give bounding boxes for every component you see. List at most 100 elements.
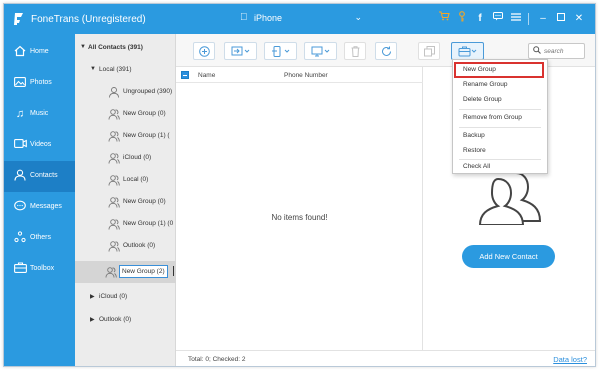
cart-icon[interactable] [436, 11, 452, 27]
contacts-icon [13, 169, 27, 183]
tree-label: Ungrouped (390) [123, 88, 173, 95]
menu-item-label: Rename Group [463, 81, 508, 88]
close-icon[interactable]: ✕ [571, 11, 587, 27]
nav-item-messages[interactable]: Messages [4, 192, 75, 223]
menu-item-label: New Group [463, 66, 496, 73]
empty-state-message: No items found! [271, 213, 328, 222]
list-header: Name Phone Number [176, 67, 423, 83]
chat-icon[interactable] [490, 11, 506, 27]
import-button[interactable] [224, 42, 257, 60]
key-icon[interactable] [454, 11, 470, 27]
minimize-icon[interactable]: – [535, 11, 551, 27]
tree-label: New Group (0) [123, 198, 166, 205]
tree-all-contacts[interactable]: ▼ All Contacts (391) [75, 37, 176, 59]
refresh-button[interactable] [375, 42, 397, 60]
caret-right-icon[interactable]: ▶ [90, 293, 95, 300]
computer-export-icon [311, 46, 329, 57]
tree-group-item[interactable]: New Group (0) [75, 191, 176, 213]
menu-item-rename-group[interactable]: Rename Group [453, 78, 547, 92]
group-icon [108, 175, 120, 186]
caret-down-icon[interactable]: ▼ [90, 66, 96, 72]
music-icon: ♫ [15, 108, 25, 120]
toolbox-icon [13, 262, 27, 276]
tree-group-item[interactable]: Outlook (0) [75, 235, 176, 257]
column-header-name[interactable]: Name [198, 72, 215, 79]
menu-item-remove-from-group[interactable]: Remove from Group [453, 111, 547, 125]
person-icon [109, 87, 119, 98]
data-lost-link[interactable]: Data lost? [553, 355, 587, 364]
tree-label: Local (391) [99, 66, 132, 73]
menu-item-check-all[interactable]: Check All [453, 160, 547, 174]
nav-label: Contacts [30, 172, 58, 179]
selection-count: Total: 0; Checked: 2 [188, 356, 246, 363]
maximize-icon[interactable] [553, 11, 569, 27]
main-nav: Home Photos ♫ Music Videos Contacts Mess… [4, 34, 75, 366]
facebook-icon[interactable]: f [472, 11, 488, 27]
tree-group-item[interactable]: Local (0) [75, 169, 176, 191]
videos-icon [13, 138, 27, 152]
tree-group-item[interactable]: iCloud (0) [75, 147, 176, 169]
duplicate-button[interactable] [418, 42, 440, 60]
add-new-contact-button[interactable]: Add New Contact [462, 245, 555, 268]
group-toolbox-button[interactable] [451, 42, 484, 60]
caret-down-icon[interactable]: ▼ [80, 44, 86, 50]
apple-icon:  [240, 12, 248, 23]
tree-group-item[interactable]: Ungrouped (390) [75, 81, 176, 103]
delete-button[interactable] [344, 42, 366, 60]
group-icon [105, 267, 117, 278]
tree-local[interactable]: ▼ Local (391) [75, 59, 176, 81]
tree-label: Local (0) [123, 176, 149, 183]
tree-label: New Group (1) (0 [123, 220, 174, 227]
device-selector[interactable]:  iPhone ⌄ [234, 10, 366, 28]
tree-group-editing[interactable]: New Group (2) [75, 261, 176, 283]
tree-icloud[interactable]: ▶ iCloud (0) [75, 286, 176, 308]
refresh-icon [381, 46, 391, 56]
menu-item-label: Remove from Group [463, 114, 522, 121]
nav-item-photos[interactable]: Photos [4, 68, 75, 99]
tree-label: iCloud (0) [99, 293, 128, 300]
tree-group-item[interactable]: New Group (0) [75, 103, 176, 125]
caret-right-icon[interactable]: ▶ [90, 316, 95, 323]
tree-outlook[interactable]: ▶ Outlook (0) [75, 309, 176, 331]
nav-item-contacts[interactable]: Contacts [4, 161, 75, 192]
group-icon [108, 153, 120, 164]
phone-export-icon [271, 46, 289, 57]
nav-item-toolbox[interactable]: Toolbox [4, 254, 75, 285]
tree-group-item[interactable]: New Group (1) ( [75, 125, 176, 147]
nav-item-videos[interactable]: Videos [4, 130, 75, 161]
plus-icon [198, 46, 210, 57]
group-icon [108, 219, 120, 230]
menu-item-restore[interactable]: Restore [453, 144, 547, 158]
export-to-pc-button[interactable] [304, 42, 337, 60]
menu-item-new-group[interactable]: New Group [454, 62, 544, 78]
nav-item-home[interactable]: Home [4, 37, 75, 68]
nav-label: Others [30, 234, 52, 241]
search-icon [533, 46, 541, 56]
tree-label: iCloud (0) [123, 154, 152, 161]
search-input[interactable] [544, 46, 582, 56]
menu-item-label: Backup [463, 132, 485, 139]
group-name-edit-field[interactable]: New Group (2) [119, 265, 168, 278]
home-icon [13, 45, 27, 59]
tree-label: New Group (1) ( [123, 132, 170, 139]
column-header-phone[interactable]: Phone Number [284, 72, 328, 79]
select-all-checkbox[interactable] [181, 71, 189, 79]
menu-divider [459, 127, 541, 128]
title-bar-divider [528, 13, 529, 25]
tree-group-item[interactable]: New Group (1) (0 [75, 213, 176, 235]
group-icon [108, 131, 120, 142]
nav-label: Photos [30, 79, 52, 86]
group-icon [108, 197, 120, 208]
export-to-device-button[interactable] [264, 42, 297, 60]
menu-item-delete-group[interactable]: Delete Group [453, 93, 547, 107]
menu-icon[interactable] [508, 11, 524, 27]
nav-item-others[interactable]: Others [4, 223, 75, 254]
add-button[interactable] [193, 42, 215, 60]
menu-item-backup[interactable]: Backup [453, 129, 547, 143]
photos-icon [13, 76, 27, 90]
title-bar-icons: f – ✕ [434, 11, 587, 27]
search-box[interactable] [528, 43, 585, 59]
app-logo-icon [14, 13, 23, 25]
nav-item-music[interactable]: ♫ Music [4, 99, 75, 130]
chevron-down-icon: ⌄ [354, 12, 362, 22]
